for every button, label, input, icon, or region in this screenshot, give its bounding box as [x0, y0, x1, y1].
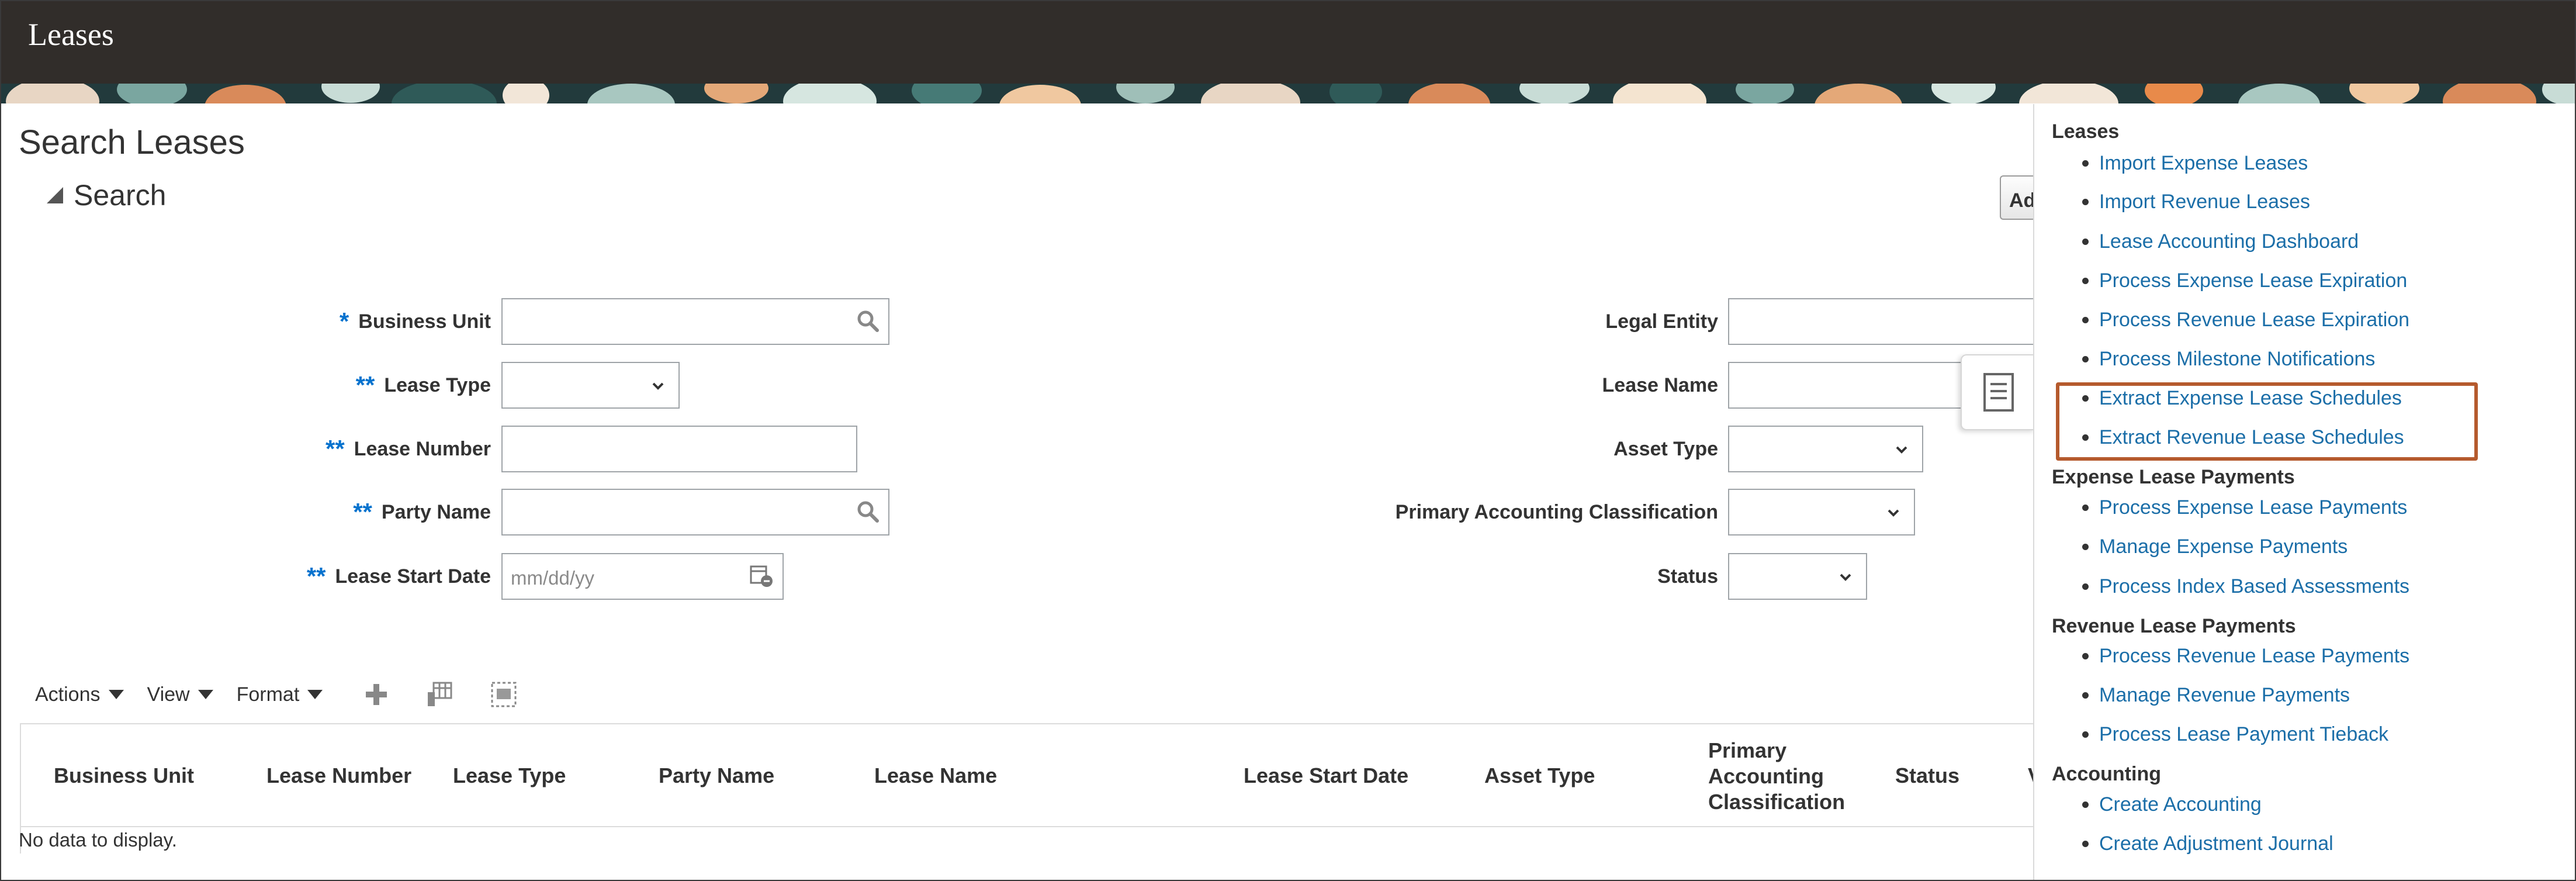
- search-section-title: Search: [74, 179, 167, 212]
- section-title-revenue-lease-payments: Revenue Lease Payments: [2052, 615, 2296, 637]
- calendar-icon[interactable]: [749, 562, 775, 589]
- detach-icon[interactable]: [490, 680, 518, 709]
- section-title-accounting: Accounting: [2052, 763, 2161, 785]
- dropdown-arrow-icon: [307, 690, 323, 699]
- business-unit-label: * Business Unit: [339, 308, 491, 335]
- party-name-input[interactable]: [501, 489, 889, 535]
- add-icon[interactable]: [363, 682, 389, 707]
- asset-type-label: Asset Type: [1614, 437, 1718, 460]
- link-create-adjustment-journal[interactable]: Create Adjustment Journal: [2082, 832, 2333, 855]
- required-marker: **: [355, 371, 375, 399]
- link-process-expense-lease-expiration[interactable]: Process Expense Lease Expiration: [2082, 270, 2407, 292]
- link-lease-accounting-dashboard[interactable]: Lease Accounting Dashboard: [2082, 230, 2359, 253]
- lease-type-label: ** Lease Type: [355, 371, 491, 399]
- table-toolbar: Actions View Format: [35, 677, 554, 712]
- column-header-lease-name[interactable]: Lease Name: [874, 763, 997, 788]
- link-process-revenue-lease-payments[interactable]: Process Revenue Lease Payments: [2082, 645, 2409, 668]
- legal-entity-label: Legal Entity: [1605, 310, 1718, 333]
- chevron-down-icon: [1832, 564, 1859, 590]
- primary-accounting-classification-label: Primary Accounting Classification: [1395, 500, 1718, 523]
- section-title-leases: Leases: [2052, 120, 2120, 143]
- link-process-expense-lease-payments[interactable]: Process Expense Lease Payments: [2082, 496, 2407, 519]
- link-process-lease-payment-tieback[interactable]: Process Lease Payment Tieback: [2082, 723, 2388, 746]
- lease-name-input[interactable]: [1728, 362, 1962, 409]
- actions-menu[interactable]: Actions: [35, 683, 124, 706]
- no-data-message: No data to display.: [19, 829, 177, 851]
- collapse-triangle-icon[interactable]: [47, 187, 63, 203]
- link-import-revenue-leases[interactable]: Import Revenue Leases: [2082, 191, 2310, 213]
- document-icon[interactable]: [1961, 354, 2035, 430]
- table-header-divider: [20, 826, 2033, 827]
- column-header-asset-type[interactable]: Asset Type: [1484, 763, 1595, 788]
- business-unit-input[interactable]: [501, 298, 889, 345]
- required-marker: *: [339, 308, 349, 335]
- freeze-columns-icon[interactable]: [425, 680, 453, 709]
- search-icon[interactable]: [854, 498, 881, 525]
- format-menu[interactable]: Format: [237, 683, 323, 706]
- link-process-revenue-lease-expiration[interactable]: Process Revenue Lease Expiration: [2082, 309, 2409, 331]
- lease-number-label: ** Lease Number: [325, 435, 491, 462]
- lease-number-input[interactable]: [501, 426, 857, 472]
- link-create-accounting[interactable]: Create Accounting: [2082, 793, 2262, 816]
- link-import-expense-leases[interactable]: Import Expense Leases: [2082, 152, 2308, 175]
- column-header-lease-start-date[interactable]: Lease Start Date: [1244, 763, 1408, 788]
- column-header-primary-accounting-classification[interactable]: Primary Accounting Classification: [1708, 738, 1845, 815]
- lease-type-select[interactable]: [501, 362, 680, 409]
- dropdown-arrow-icon: [198, 690, 213, 699]
- dropdown-arrow-icon: [108, 690, 124, 699]
- table-top-border: [20, 723, 2033, 724]
- chevron-down-icon: [1880, 499, 1907, 526]
- date-placeholder: mm/dd/yy: [511, 567, 595, 589]
- lease-start-date-input[interactable]: mm/dd/yy: [501, 553, 784, 600]
- search-icon[interactable]: [854, 308, 881, 334]
- chevron-down-icon: [1888, 436, 1915, 463]
- link-manage-expense-payments[interactable]: Manage Expense Payments: [2082, 535, 2348, 558]
- legal-entity-input[interactable]: [1728, 298, 2033, 345]
- link-process-index-based-assessments[interactable]: Process Index Based Assessments: [2082, 575, 2409, 598]
- status-select[interactable]: [1728, 553, 1867, 600]
- column-header-business-unit[interactable]: Business Unit: [54, 763, 194, 788]
- highlight-box: [2056, 382, 2478, 461]
- lease-start-date-label: ** Lease Start Date: [306, 562, 491, 590]
- global-header: Leases: [0, 0, 2576, 84]
- required-marker: **: [353, 498, 372, 526]
- advanced-button[interactable]: Ad: [2000, 175, 2035, 220]
- section-title-expense-lease-payments: Expense Lease Payments: [2052, 466, 2295, 488]
- required-marker: **: [306, 562, 326, 590]
- app-title: Leases: [28, 17, 114, 52]
- asset-type-select[interactable]: [1728, 426, 1923, 472]
- search-section-header[interactable]: Search: [47, 178, 166, 212]
- view-menu[interactable]: View: [147, 683, 213, 706]
- link-manage-revenue-payments[interactable]: Manage Revenue Payments: [2082, 684, 2350, 707]
- tasks-panel: Leases Import Expense Leases Import Reve…: [2033, 104, 2576, 881]
- link-process-milestone-notifications[interactable]: Process Milestone Notifications: [2082, 348, 2375, 371]
- status-label: Status: [1657, 565, 1718, 588]
- required-marker: **: [325, 435, 345, 462]
- chevron-down-icon: [645, 372, 671, 399]
- column-header-party-name[interactable]: Party Name: [659, 763, 774, 788]
- column-header-lease-type[interactable]: Lease Type: [453, 763, 566, 788]
- page-title: Search Leases: [19, 123, 245, 161]
- primary-accounting-classification-select[interactable]: [1728, 489, 1915, 535]
- party-name-label: ** Party Name: [353, 498, 491, 526]
- decorative-banner: [0, 84, 2576, 103]
- lease-name-label: Lease Name: [1602, 374, 1718, 396]
- column-header-status[interactable]: Status: [1895, 763, 1959, 788]
- column-header-lease-number[interactable]: Lease Number: [266, 763, 411, 788]
